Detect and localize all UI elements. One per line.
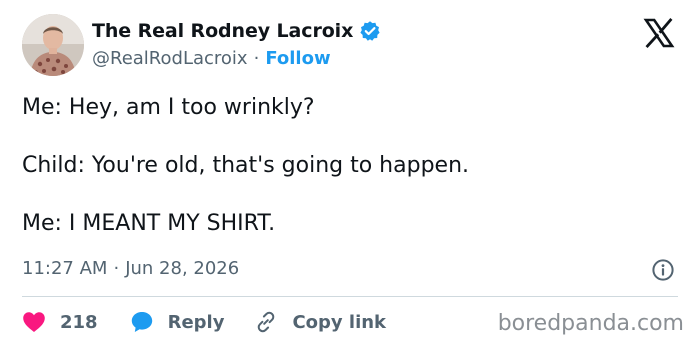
like-button[interactable]: 218 (22, 311, 98, 333)
reply-button[interactable]: Reply (130, 310, 225, 334)
tweet-text: Me: Hey, am I too wrinkly? Child: You're… (22, 93, 672, 267)
copy-link-label: Copy link (292, 311, 387, 333)
copy-link-button[interactable]: Copy link (254, 310, 386, 334)
tweet-line: Child: You're old, that's going to happe… (22, 153, 470, 178)
avatar[interactable] (22, 14, 84, 76)
heart-icon (23, 312, 45, 332)
speech-bubble-icon (131, 312, 152, 332)
reply-label: Reply (167, 311, 225, 333)
info-icon[interactable] (651, 258, 675, 282)
tweet-time: 11:27 AM (22, 258, 108, 279)
link-icon (258, 311, 275, 333)
author-handle[interactable]: @RealRodLacroix (92, 48, 248, 69)
follow-button[interactable]: Follow (265, 48, 330, 69)
x-logo-icon[interactable] (643, 17, 675, 49)
handle-separator: · (253, 48, 260, 69)
tweet-date: Jun 28, 2026 (125, 258, 240, 279)
action-bar: 218 Reply Copy link (22, 307, 386, 337)
author-handle-row: @RealRodLacroix · Follow (92, 48, 331, 69)
timestamp-separator: · (113, 258, 120, 279)
like-count: 218 (60, 311, 98, 333)
watermark: boredpanda.com (497, 311, 684, 336)
divider (22, 296, 678, 297)
author-display-name[interactable]: The Real Rodney Lacroix (92, 20, 353, 42)
tweet-timestamp[interactable]: 11:27 AM · Jun 28, 2026 (22, 258, 239, 279)
verified-badge-icon (359, 20, 381, 42)
tweet-line: Me: I MEANT MY SHIRT. (22, 211, 276, 236)
avatar-photo (22, 14, 84, 76)
tweet-line: Me: Hey, am I too wrinkly? (22, 95, 315, 120)
author-name-row: The Real Rodney Lacroix (92, 20, 381, 42)
tweet-card: The Real Rodney Lacroix @RealRodLacroix … (0, 0, 700, 348)
